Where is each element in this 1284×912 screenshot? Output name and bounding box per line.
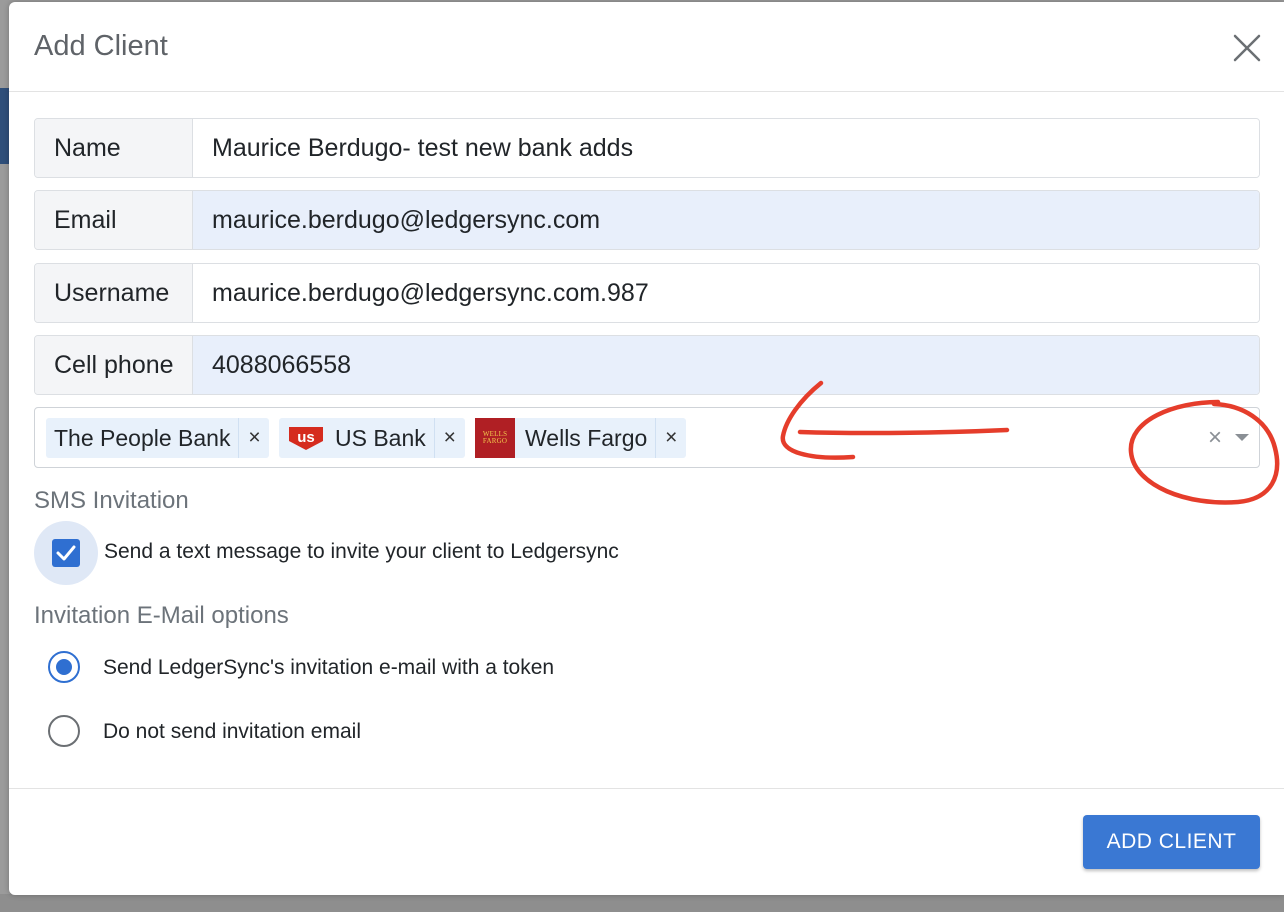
- name-label: Name: [35, 119, 193, 177]
- add-client-button[interactable]: ADD CLIENT: [1083, 815, 1260, 869]
- cell-phone-field-group: Cell phone: [34, 335, 1260, 395]
- bank-chip-label: The People Bank: [54, 424, 231, 451]
- bank-chip-label: Wells Fargo: [525, 424, 648, 451]
- remove-bank-button[interactable]: ×: [239, 418, 269, 458]
- us-bank-logo-icon: us: [289, 427, 323, 450]
- bank-chip-us-bank: us US Bank ×: [279, 418, 465, 458]
- chevron-down-icon[interactable]: [1235, 434, 1249, 441]
- sms-invite-checkbox[interactable]: [52, 539, 80, 567]
- close-icon: [1233, 34, 1261, 62]
- radio-send-token-email[interactable]: [48, 651, 80, 683]
- sms-section-title: SMS Invitation: [34, 487, 189, 514]
- email-label: Email: [35, 191, 193, 249]
- email-input[interactable]: [193, 191, 1259, 249]
- radio-no-email[interactable]: [48, 715, 80, 747]
- username-field-group: Username: [34, 263, 1260, 323]
- bank-chip-the-people-bank: The People Bank ×: [46, 418, 270, 458]
- remove-bank-button[interactable]: ×: [435, 418, 465, 458]
- bank-multiselect[interactable]: The People Bank × us US Bank × WELLS FAR…: [34, 407, 1260, 468]
- bank-chip-label: US Bank: [335, 424, 426, 451]
- checkmark-icon: [56, 545, 76, 561]
- email-options-section-title: Invitation E-Mail options: [34, 602, 289, 629]
- username-input[interactable]: [193, 264, 1259, 322]
- sms-invite-label: Send a text message to invite your clien…: [104, 540, 619, 563]
- modal-header: Add Client: [9, 2, 1284, 92]
- add-client-modal: Add Client Name Email Username Cell phon…: [9, 2, 1284, 895]
- sms-checkbox-focus-ring: [34, 521, 98, 585]
- name-field-group: Name: [34, 118, 1260, 178]
- username-label: Username: [35, 264, 193, 322]
- remove-bank-button[interactable]: ×: [656, 418, 686, 458]
- wells-fargo-logo-icon: WELLS FARGO: [475, 418, 515, 458]
- svg-text:us: us: [297, 429, 315, 446]
- cell-phone-input[interactable]: [193, 336, 1259, 394]
- cell-phone-label: Cell phone: [35, 336, 193, 394]
- radio-send-token-email-label: Send LedgerSync's invitation e-mail with…: [103, 656, 555, 679]
- close-button[interactable]: [1231, 32, 1263, 64]
- email-field-group: Email: [34, 190, 1260, 250]
- modal-footer-divider: [9, 788, 1284, 789]
- name-input[interactable]: [193, 119, 1259, 177]
- bank-chip-wells-fargo: WELLS FARGO Wells Fargo ×: [475, 418, 687, 458]
- radio-no-email-label: Do not send invitation email: [103, 720, 361, 743]
- clear-all-icon[interactable]: ×: [1205, 424, 1225, 452]
- background-page-bottom: [0, 894, 1284, 912]
- modal-title: Add Client: [34, 30, 168, 62]
